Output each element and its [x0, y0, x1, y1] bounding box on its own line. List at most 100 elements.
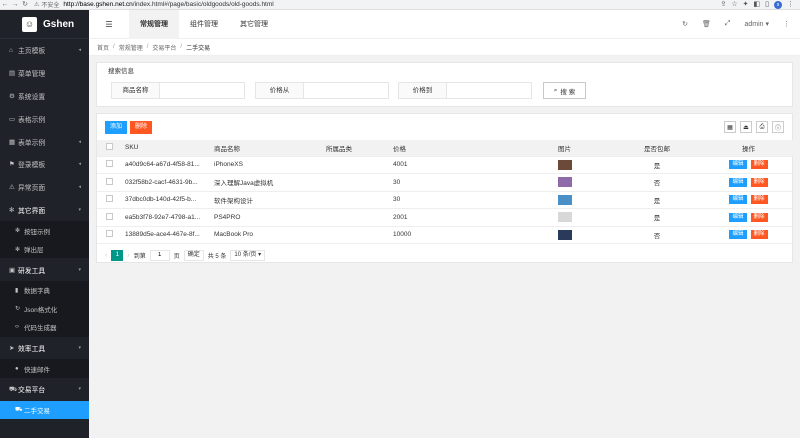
product-image[interactable] — [557, 229, 572, 240]
sidebar-item[interactable]: ▤ 菜单管理 — [0, 62, 89, 85]
edit-button[interactable]: 编辑 — [729, 160, 747, 170]
name-input[interactable] — [160, 82, 245, 99]
sidebar-item[interactable]: ⛟ 二手交易 — [0, 400, 89, 420]
breadcrumb-general[interactable]: 常规管理 — [119, 43, 143, 52]
columns-icon[interactable]: ▦ — [724, 121, 736, 133]
row-checkbox[interactable] — [105, 230, 113, 238]
sidebar-item[interactable]: ⚙ 系统设置 — [0, 85, 89, 108]
reload-icon[interactable]: ↻ — [20, 0, 30, 10]
price-from-input[interactable] — [304, 82, 389, 99]
export-icon[interactable]: ⏏ — [740, 121, 752, 133]
trash-icon[interactable]: 🗑 — [702, 20, 711, 28]
search-button[interactable]: ⌕ 搜 索 — [543, 82, 586, 99]
page-size-select[interactable]: 10 条/页 ▾ — [230, 249, 266, 261]
sidebar-item[interactable]: ▦ 表单示例 ◂ — [0, 130, 89, 153]
breadcrumb-trade[interactable]: 交易平台 — [152, 43, 176, 52]
more-icon[interactable]: ⋮ — [783, 20, 790, 28]
avatar[interactable]: s — [774, 0, 782, 9]
column-header[interactable]: 商品名称 — [210, 140, 322, 157]
column-header[interactable]: SKU — [121, 140, 210, 157]
row-delete-button[interactable]: 删除 — [750, 230, 768, 240]
info-icon[interactable]: ⓘ — [772, 121, 784, 133]
add-button[interactable]: 添加 — [105, 120, 128, 134]
fullscreen-icon[interactable]: ⤢ — [725, 20, 731, 28]
extension-icon[interactable]: ✦ — [743, 0, 749, 10]
name-cell: 深入理解Java虚拟机 — [210, 173, 322, 192]
next-page-icon[interactable]: › — [127, 252, 129, 259]
product-image[interactable] — [557, 177, 572, 188]
row-delete-button[interactable]: 删除 — [750, 212, 768, 222]
name-cell: PS4PRO — [210, 208, 322, 227]
edit-button[interactable]: 编辑 — [729, 230, 747, 240]
print-icon[interactable]: ⎙ — [756, 121, 768, 133]
address-bar[interactable]: ⚠ 不安全 http://base.gshen.net.cn/index.htm… — [34, 0, 594, 9]
price-cell: 4001 — [389, 156, 518, 174]
user-menu[interactable]: admin ▾ — [744, 20, 769, 28]
menu-toggle-icon[interactable]: ☰ — [89, 20, 129, 29]
sidebar-icon[interactable]: ▯ — [765, 0, 769, 10]
row-delete-button[interactable]: 删除 — [750, 177, 768, 187]
sidebar: ☺ Gshen ⌂ 主页模板 ◂ ▤ 菜单管理 ⚙ 系统设置 ▭ 表格示例 ▦ 表单示例 ◂ ⚑ 登录模板… — [0, 10, 89, 438]
row-checkbox[interactable] — [105, 195, 113, 203]
row-checkbox[interactable] — [105, 177, 113, 185]
prev-page-icon[interactable]: ‹ — [105, 252, 107, 259]
tab-other[interactable]: 其它管理 — [229, 10, 279, 39]
column-header[interactable]: 是否包邮 — [611, 140, 703, 157]
star-icon[interactable]: ☆ — [731, 0, 737, 10]
puzzle-icon[interactable]: ◧ — [754, 0, 761, 10]
table-row[interactable]: a40d9c64-a67d-4f58-81... iPhoneXS 4001 是 编辑删… — [97, 156, 794, 174]
breadcrumb-home[interactable]: 首页 — [97, 43, 109, 52]
edit-button[interactable]: 编辑 — [729, 212, 747, 222]
product-image[interactable] — [557, 212, 572, 223]
sidebar-item[interactable]: ● 快速邮件 — [0, 359, 89, 378]
table-row[interactable]: ea5b3f78-92e7-4798-a1... PS4PRO 2001 是 编辑 删除 — [97, 208, 794, 227]
sidebar-item[interactable]: ‹› 代码生成器 — [0, 318, 89, 337]
column-header[interactable]: 操作 — [703, 140, 794, 157]
sidebar-item[interactable]: ⌂ 主页模板 ◂ — [0, 39, 89, 62]
table-row[interactable]: 032f58b2-cacf-4631-9b... 深入理解Java虚拟机 30 否 编辑… — [97, 173, 794, 192]
chevron-icon: ◂ — [78, 184, 81, 191]
more-icon[interactable]: ⋮ — [787, 0, 794, 10]
forward-icon[interactable]: → — [10, 0, 20, 10]
column-header[interactable]: 所属品类 — [322, 140, 389, 157]
row-delete-button[interactable]: 删除 — [750, 195, 768, 205]
sidebar-item[interactable]: ↻ Json格式化 — [0, 299, 89, 319]
table-row[interactable]: 13889d5e-ace4-467e-8f... MacBook Pro 10000… — [97, 226, 794, 244]
product-image[interactable] — [557, 159, 572, 170]
edit-button[interactable]: 编辑 — [729, 195, 747, 205]
delete-button[interactable]: 删除 — [130, 120, 153, 134]
row-checkbox[interactable] — [105, 160, 113, 168]
sidebar-item[interactable]: ⚑ 登录模板 ◂ — [0, 153, 89, 176]
sidebar-item[interactable]: ▣ 研发工具 ▾ — [0, 258, 89, 281]
tab-general[interactable]: 常规管理 — [129, 9, 179, 39]
sidebar-item[interactable]: ▮ 数据字典 — [0, 281, 89, 300]
refresh-icon[interactable]: ↻ — [682, 20, 688, 28]
edit-button[interactable]: 编辑 — [729, 177, 747, 187]
sku-cell: ea5b3f78-92e7-4798-a1... — [121, 208, 210, 227]
sidebar-item[interactable]: ✻ 弹出层 — [0, 239, 89, 259]
sidebar-item[interactable]: ➤ 效率工具 ▾ — [0, 337, 89, 360]
row-delete-button[interactable]: 删除 — [750, 160, 768, 170]
row-checkbox[interactable] — [105, 212, 113, 220]
column-header[interactable]: 价格 — [389, 140, 518, 157]
page-input[interactable] — [149, 249, 170, 261]
sidebar-item[interactable]: ✻ 按钮示例 — [0, 221, 89, 240]
tab-components[interactable]: 组件管理 — [179, 10, 229, 39]
price-cell: 30 — [389, 173, 518, 192]
sidebar-item[interactable]: ⛟ 交易平台 ▾ — [0, 378, 89, 401]
column-header[interactable]: 图片 — [518, 140, 611, 157]
share-icon[interactable]: ⇪ — [720, 0, 726, 10]
product-image[interactable] — [557, 194, 572, 205]
sidebar-item[interactable]: ✻ 其它界面 ▾ — [0, 199, 89, 222]
category-cell — [322, 191, 389, 209]
sidebar-item[interactable]: ⚠ 异常页面 ◂ — [0, 176, 89, 199]
price-to-input[interactable] — [447, 82, 532, 99]
logo[interactable]: ☺ Gshen — [0, 10, 89, 39]
sidebar-item[interactable]: ▭ 表格示例 — [0, 107, 89, 130]
page-1-button[interactable]: 1 — [111, 249, 124, 261]
search-icon: ⌕ — [553, 86, 558, 94]
confirm-button[interactable]: 确定 — [183, 249, 204, 261]
select-all-checkbox[interactable] — [105, 143, 113, 151]
table-row[interactable]: 37dbc0db-140d-42f5-b... 软件架构设计 30 是 编辑 删除 — [97, 191, 794, 209]
back-icon[interactable]: ← — [0, 0, 10, 10]
